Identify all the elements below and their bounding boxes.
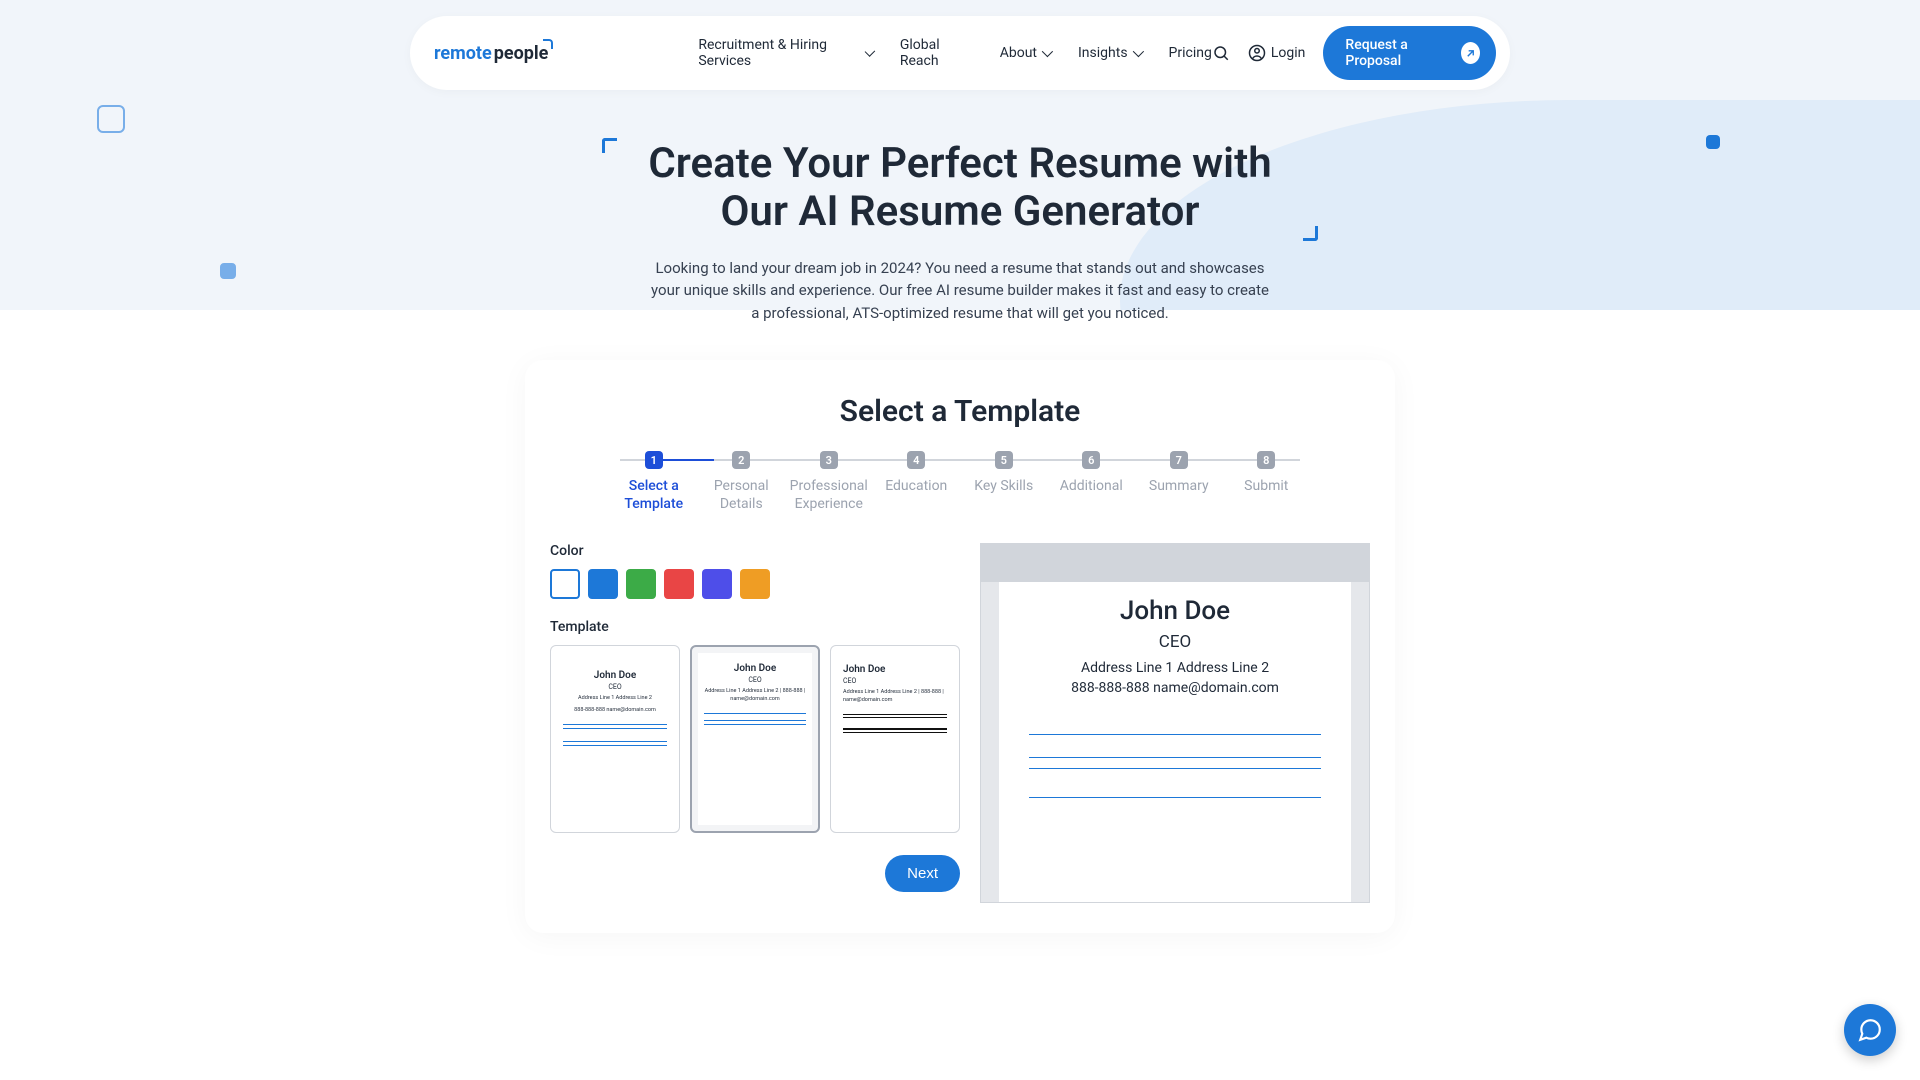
nav-global-reach[interactable]: Global Reach <box>900 37 972 69</box>
preview-name: John Doe <box>1029 596 1321 626</box>
main-header: remotepeople Recruitment & Hiring Servic… <box>410 16 1510 90</box>
template-option-3[interactable]: John Doe CEO Address Line 1 Address Line… <box>830 645 960 833</box>
color-swatch-white[interactable] <box>550 569 580 599</box>
preview-role: CEO <box>1029 632 1321 652</box>
chevron-down-icon <box>864 46 875 57</box>
preview-address: Address Line 1 Address Line 2 <box>1029 660 1321 676</box>
step-7[interactable]: 7Summary <box>1135 451 1223 513</box>
step-6[interactable]: 6Additional <box>1048 451 1136 513</box>
user-icon <box>1248 44 1266 62</box>
page-title: Create Your Perfect Resume with Our AI R… <box>610 140 1310 237</box>
nav-about[interactable]: About <box>1000 37 1050 69</box>
next-button[interactable]: Next <box>885 855 960 892</box>
color-swatch-red[interactable] <box>664 569 694 599</box>
brand-logo[interactable]: remotepeople <box>434 43 548 64</box>
chat-icon <box>1857 1017 1883 1043</box>
resume-preview: John Doe CEO Address Line 1 Address Line… <box>980 543 1370 903</box>
page-subtitle: Looking to land your dream job in 2024? … <box>650 257 1270 325</box>
search-button[interactable] <box>1212 44 1230 62</box>
resume-builder-card: Select a Template 1Select a Template 2Pe… <box>525 360 1395 933</box>
search-icon <box>1212 44 1230 62</box>
template-option-2[interactable]: John Doe CEO Address Line 1 Address Line… <box>690 645 820 833</box>
color-swatch-orange[interactable] <box>740 569 770 599</box>
chevron-down-icon <box>1132 46 1143 57</box>
request-proposal-button[interactable]: Request a Proposal <box>1323 26 1496 80</box>
decorative-square <box>97 105 125 133</box>
nav-pricing[interactable]: Pricing <box>1169 37 1212 69</box>
color-label: Color <box>550 543 960 559</box>
chevron-down-icon <box>1042 46 1053 57</box>
arrow-icon <box>1461 42 1480 64</box>
nav-recruitment[interactable]: Recruitment & Hiring Services <box>698 37 872 69</box>
preview-contact: 888-888-888 name@domain.com <box>1029 680 1321 696</box>
step-1[interactable]: 1Select a Template <box>610 451 698 513</box>
template-label: Template <box>550 619 960 635</box>
step-5[interactable]: 5Key Skills <box>960 451 1048 513</box>
step-8[interactable]: 8Submit <box>1223 451 1311 513</box>
wizard-stepper: 1Select a Template 2Personal Details 3Pr… <box>610 451 1310 513</box>
color-swatches <box>550 569 960 599</box>
template-option-1[interactable]: John Doe CEO Address Line 1 Address Line… <box>550 645 680 833</box>
primary-nav: Recruitment & Hiring Services Global Rea… <box>698 37 1212 69</box>
step-2[interactable]: 2Personal Details <box>698 451 786 513</box>
hero-section: Create Your Perfect Resume with Our AI R… <box>610 140 1310 324</box>
step-3[interactable]: 3Professional Experience <box>785 451 873 513</box>
template-options: John Doe CEO Address Line 1 Address Line… <box>550 645 960 833</box>
color-swatch-blue[interactable] <box>588 569 618 599</box>
color-swatch-indigo[interactable] <box>702 569 732 599</box>
chat-widget-button[interactable] <box>1844 1004 1896 1056</box>
step-4[interactable]: 4Education <box>873 451 961 513</box>
login-link[interactable]: Login <box>1248 44 1306 62</box>
card-title: Select a Template <box>550 394 1370 429</box>
decorative-square <box>1706 135 1720 149</box>
color-swatch-green[interactable] <box>626 569 656 599</box>
preview-toolbar <box>981 544 1369 582</box>
decorative-square <box>220 263 236 279</box>
nav-insights[interactable]: Insights <box>1078 37 1141 69</box>
